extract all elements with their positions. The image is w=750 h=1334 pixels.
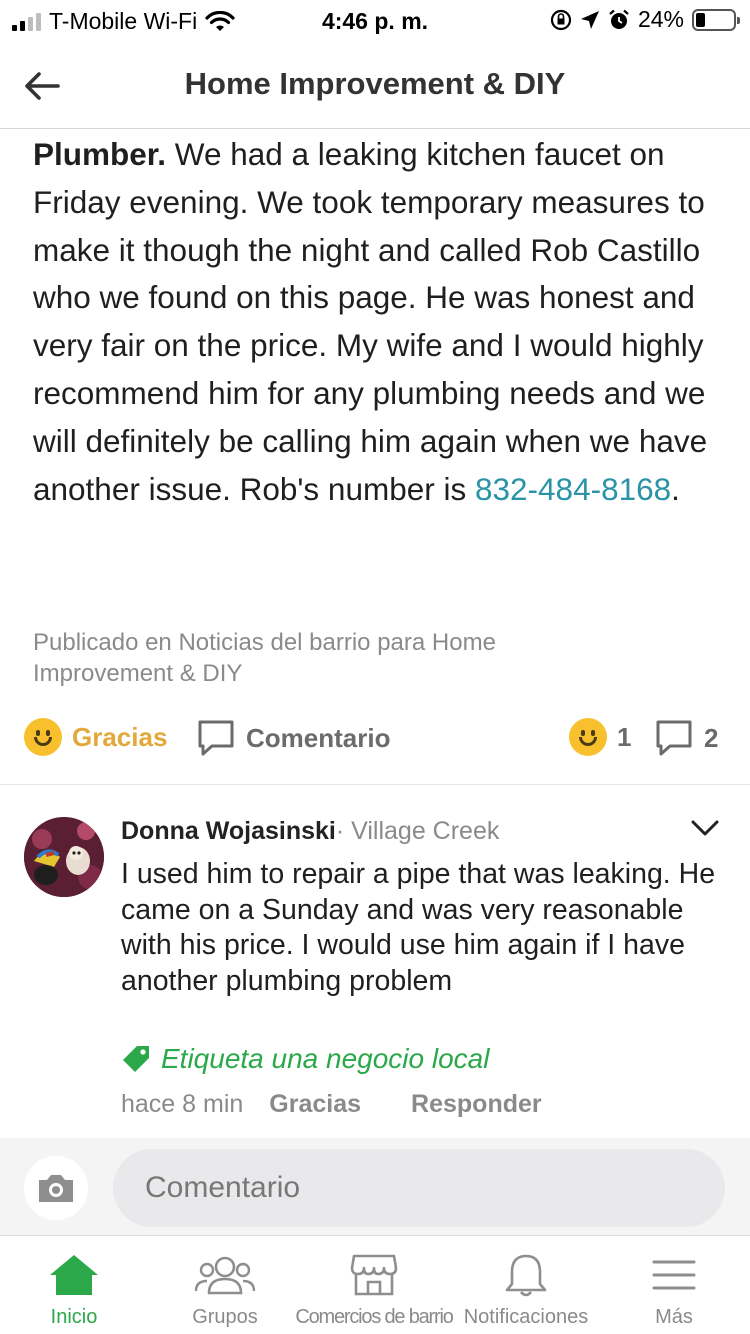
comment-composer: Comentario [0, 1138, 750, 1235]
thanks-count[interactable]: 1 [569, 718, 631, 756]
smiley-icon [569, 718, 607, 756]
tab-home[interactable]: Inicio [28, 1236, 120, 1334]
tag-business-link[interactable]: Etiqueta una negocio local [121, 1043, 489, 1075]
battery-icon [692, 8, 740, 31]
tab-more[interactable]: Más [634, 1236, 714, 1334]
thanks-button[interactable]: Gracias [24, 718, 167, 756]
camera-button[interactable] [24, 1156, 88, 1220]
avatar[interactable] [24, 817, 104, 897]
thanks-count-value: 1 [617, 721, 632, 752]
tab-label: Más [655, 1306, 693, 1328]
avatar-photo [24, 817, 104, 897]
reply-button[interactable]: Responder [411, 1090, 542, 1119]
post-body: Plumber. We had a leaking kitchen faucet… [33, 131, 723, 513]
comment-button[interactable]: Comentario [196, 718, 390, 758]
tag-icon [123, 1046, 149, 1072]
tab-groups[interactable]: Grupos [180, 1236, 270, 1334]
smiley-icon [24, 718, 62, 756]
comment-input[interactable]: Comentario [113, 1149, 725, 1227]
comment-time: hace 8 min [121, 1090, 244, 1118]
separator-dot: · [335, 817, 345, 845]
thanks-label: Gracias [72, 721, 168, 752]
comment-location[interactable]: Village Creek [344, 817, 499, 845]
camera-icon [39, 1175, 73, 1202]
post-action-bar: Gracias Comentario 1 2 [0, 710, 750, 768]
orientation-lock-icon [550, 9, 572, 30]
phone-link[interactable]: 832-484-8168 [475, 471, 671, 507]
comment-count[interactable]: 2 [654, 718, 718, 758]
comment-bubble-icon [198, 720, 234, 756]
status-bar: T-Mobile Wi-Fi 4:46 p. m. 24% [0, 0, 750, 44]
tag-label: Etiqueta una negocio local [161, 1043, 490, 1074]
location-arrow-icon [580, 10, 599, 29]
comment-count-value: 2 [704, 722, 719, 753]
home-icon [50, 1255, 98, 1295]
tab-bar: Inicio Grupos Comercios de barrio Notifi… [0, 1235, 750, 1334]
comment-label: Comentario [246, 722, 391, 753]
comment-bubble-icon [656, 720, 692, 756]
chevron-down-icon [691, 820, 719, 836]
menu-icon [652, 1260, 696, 1290]
comment-options-button[interactable] [690, 818, 730, 848]
header: Home Improvement & DIY [0, 44, 750, 129]
divider [0, 784, 750, 785]
page-title: Home Improvement & DIY [184, 66, 566, 101]
tab-label: Grupos [192, 1306, 258, 1328]
tab-label: Comercios de barrio [295, 1306, 453, 1328]
comment-text: I used him to repair a pipe that was lea… [121, 858, 716, 997]
post-meta[interactable]: Publicado en Noticias del barrio para Ho… [33, 627, 593, 689]
battery-percent: 24% [637, 6, 684, 32]
status-right: 24% [550, 6, 740, 33]
post-trailing: . [671, 470, 680, 507]
tab-local-business[interactable]: Comercios de barrio [295, 1236, 454, 1334]
groups-icon [194, 1256, 256, 1295]
post-bold-lead: Plumber. [33, 136, 167, 172]
post-text: We had a leaking kitchen faucet on Frida… [33, 136, 708, 507]
comment-author-line: Donna Wojasinski· Village Creek [121, 817, 499, 846]
storefront-icon [350, 1254, 398, 1296]
tab-notifications[interactable]: Notificaciones [455, 1236, 597, 1334]
tab-label: Notificaciones [463, 1306, 589, 1328]
comment-footer: hace 8 min Gracias Responder [121, 1090, 542, 1119]
bell-icon [505, 1254, 547, 1297]
comment-thanks-button[interactable]: Gracias [269, 1090, 361, 1119]
tab-label: Inicio [50, 1306, 98, 1328]
alarm-icon [609, 9, 629, 29]
comment-author[interactable]: Donna Wojasinski [121, 817, 336, 845]
